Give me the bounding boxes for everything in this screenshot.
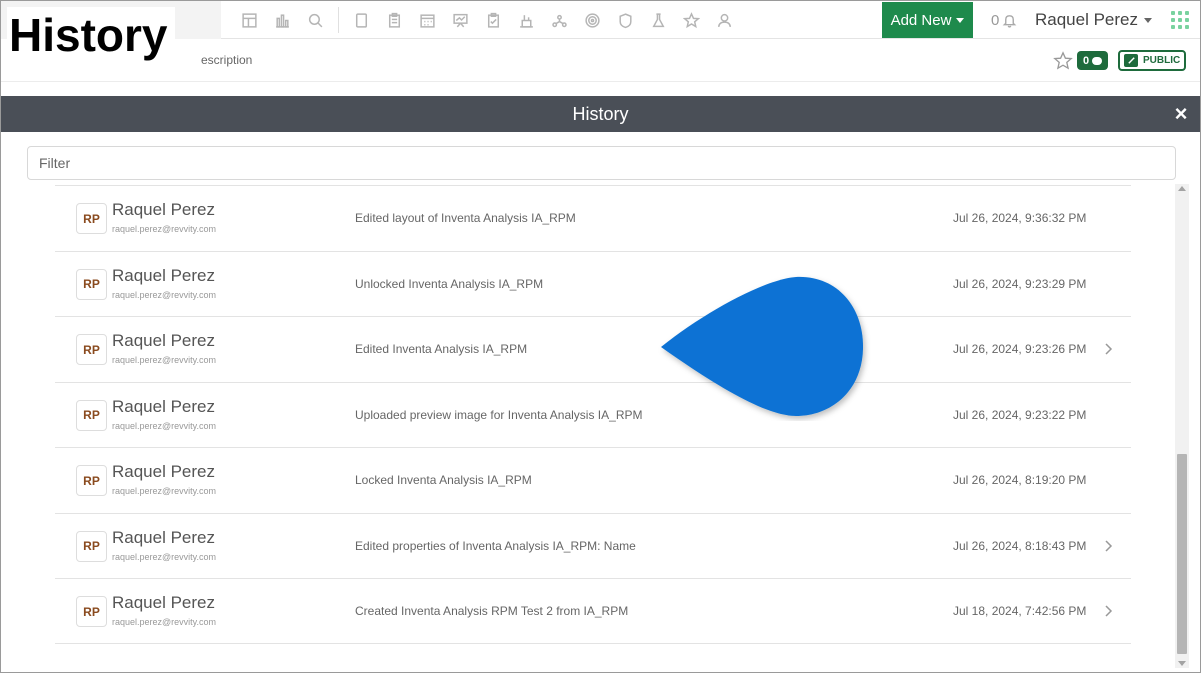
history-action: Edited Inventa Analysis IA_RPM <box>355 342 528 356</box>
dashboard-icon[interactable] <box>233 1 266 39</box>
favorite-star-icon[interactable] <box>1053 51 1073 71</box>
notification-count: 0 <box>991 11 1000 29</box>
visibility-badge[interactable]: PUBLIC <box>1118 50 1187 71</box>
avatar: RP <box>76 334 107 365</box>
user-email: raquel.perez@revvity.com <box>112 355 217 365</box>
history-row[interactable]: RP Raquel Perez raquel.perez@revvity.com… <box>55 512 1131 579</box>
history-row: RP Raquel Perez raquel.perez@revvity.com… <box>55 447 1131 513</box>
chevron-right-icon[interactable] <box>1102 342 1114 356</box>
avatar: RP <box>76 596 107 627</box>
user-name: Raquel Perez <box>112 396 216 416</box>
close-icon[interactable]: × <box>1171 101 1191 126</box>
user-name: Raquel Perez <box>112 593 216 612</box>
user-email: raquel.perez@revvity.com <box>112 289 217 300</box>
scroll-thumb[interactable] <box>1177 454 1187 654</box>
nav-divider <box>338 7 339 33</box>
comments-count: 0 <box>1083 54 1090 67</box>
apps-grid-icon[interactable] <box>1171 11 1189 29</box>
user-name: Raquel Perez <box>112 265 216 285</box>
history-list: RP Raquel Perez raquel.perez@revvity.com… <box>55 185 1131 644</box>
notebook-icon[interactable] <box>345 1 378 39</box>
history-timestamp: Jul 26, 2024, 8:19:20 PM <box>953 473 1087 487</box>
notifications-button[interactable]: 0 <box>991 1 1017 39</box>
history-timestamp: Jul 18, 2024, 7:42:56 PM <box>953 604 1087 618</box>
bell-icon <box>1002 14 1017 28</box>
user-name: Raquel Perez <box>112 331 216 350</box>
pencil-icon <box>1124 54 1138 67</box>
user-menu-name: Raquel Perez <box>1035 10 1139 29</box>
flask-icon[interactable] <box>642 1 675 39</box>
calendar-icon[interactable] <box>411 1 444 39</box>
presentation-icon[interactable] <box>444 1 477 39</box>
history-row: RP Raquel Perez raquel.perez@revvity.com… <box>55 381 1131 448</box>
network-icon[interactable] <box>543 1 576 39</box>
description-tab[interactable]: escription <box>201 53 252 67</box>
user-name: Raquel Perez <box>112 527 216 547</box>
avatar: RP <box>76 530 107 562</box>
document-toolbar: escription <box>1 39 1200 82</box>
scroll-up-arrow-icon[interactable] <box>1178 186 1186 191</box>
history-action: Locked Inventa Analysis IA_RPM <box>355 473 532 487</box>
user-email: raquel.perez@revvity.com <box>112 551 217 562</box>
chart-icon[interactable] <box>266 1 299 39</box>
users-icon[interactable] <box>708 1 741 39</box>
avatar: RP <box>76 399 107 431</box>
chevron-down-icon <box>956 17 965 23</box>
history-action: Unlocked Inventa Analysis IA_RPM <box>355 276 544 291</box>
avatar: RP <box>76 268 107 300</box>
history-scrollbar[interactable] <box>1175 184 1189 668</box>
user-email: raquel.perez@revvity.com <box>112 617 217 627</box>
history-row[interactable]: RP Raquel Perez raquel.perez@revvity.com… <box>55 578 1131 644</box>
history-timestamp: Jul 26, 2024, 9:36:32 PM <box>953 211 1087 225</box>
lab-icon[interactable] <box>510 1 543 39</box>
shield-icon[interactable] <box>609 1 642 39</box>
history-row: RP Raquel Perez raquel.perez@revvity.com… <box>55 185 1131 251</box>
history-action: Edited properties of Inventa Analysis IA… <box>355 538 636 553</box>
nav-icon-bar <box>233 1 741 39</box>
chevron-right-icon[interactable] <box>1102 604 1114 618</box>
chevron-down-icon <box>1144 17 1153 23</box>
history-modal-body: RP Raquel Perez raquel.perez@revvity.com… <box>1 132 1200 672</box>
add-new-button[interactable]: Add New <box>882 2 973 38</box>
chevron-right-icon[interactable] <box>1102 539 1114 553</box>
clipboard-icon[interactable] <box>378 1 411 39</box>
history-timestamp: Jul 26, 2024, 9:23:29 PM <box>953 276 1087 291</box>
star-icon[interactable] <box>675 1 708 39</box>
page-title-overlay: History <box>7 7 176 63</box>
user-menu[interactable]: Raquel Perez <box>1035 1 1153 39</box>
top-navbar: Add New 0 Raquel Perez <box>1 1 1200 39</box>
add-new-label: Add New <box>890 11 952 29</box>
search-icon[interactable] <box>299 1 332 39</box>
user-email: raquel.perez@revvity.com <box>112 486 217 496</box>
history-action: Created Inventa Analysis RPM Test 2 from… <box>355 604 629 618</box>
app-window: Add New 0 Raquel Perez History escriptio… <box>0 0 1201 673</box>
history-action: Uploaded preview image for Inventa Analy… <box>355 407 643 422</box>
history-timestamp: Jul 26, 2024, 9:23:22 PM <box>953 407 1087 422</box>
user-email: raquel.perez@revvity.com <box>112 224 217 234</box>
modal-title: History <box>572 104 629 124</box>
history-row[interactable]: RP Raquel Perez raquel.perez@revvity.com… <box>55 316 1131 382</box>
pointer-annotation <box>661 276 864 416</box>
comment-icon <box>1092 56 1103 65</box>
history-modal-header: History × <box>1 96 1200 132</box>
visibility-label: PUBLIC <box>1143 55 1181 66</box>
checklist-icon[interactable] <box>477 1 510 39</box>
user-name: Raquel Perez <box>112 462 216 481</box>
scroll-down-arrow-icon[interactable] <box>1178 661 1186 666</box>
user-name: Raquel Perez <box>112 200 216 219</box>
history-timestamp: Jul 26, 2024, 9:23:26 PM <box>953 342 1087 356</box>
avatar: RP <box>76 465 107 496</box>
avatar: RP <box>76 203 107 234</box>
history-row: RP Raquel Perez raquel.perez@revvity.com… <box>55 250 1131 317</box>
history-action: Edited layout of Inventa Analysis IA_RPM <box>355 211 576 225</box>
target-icon[interactable] <box>576 1 609 39</box>
filter-input[interactable] <box>27 146 1176 180</box>
history-timestamp: Jul 26, 2024, 8:18:43 PM <box>953 538 1087 553</box>
user-email: raquel.perez@revvity.com <box>112 420 217 431</box>
comments-badge[interactable]: 0 <box>1077 51 1109 70</box>
